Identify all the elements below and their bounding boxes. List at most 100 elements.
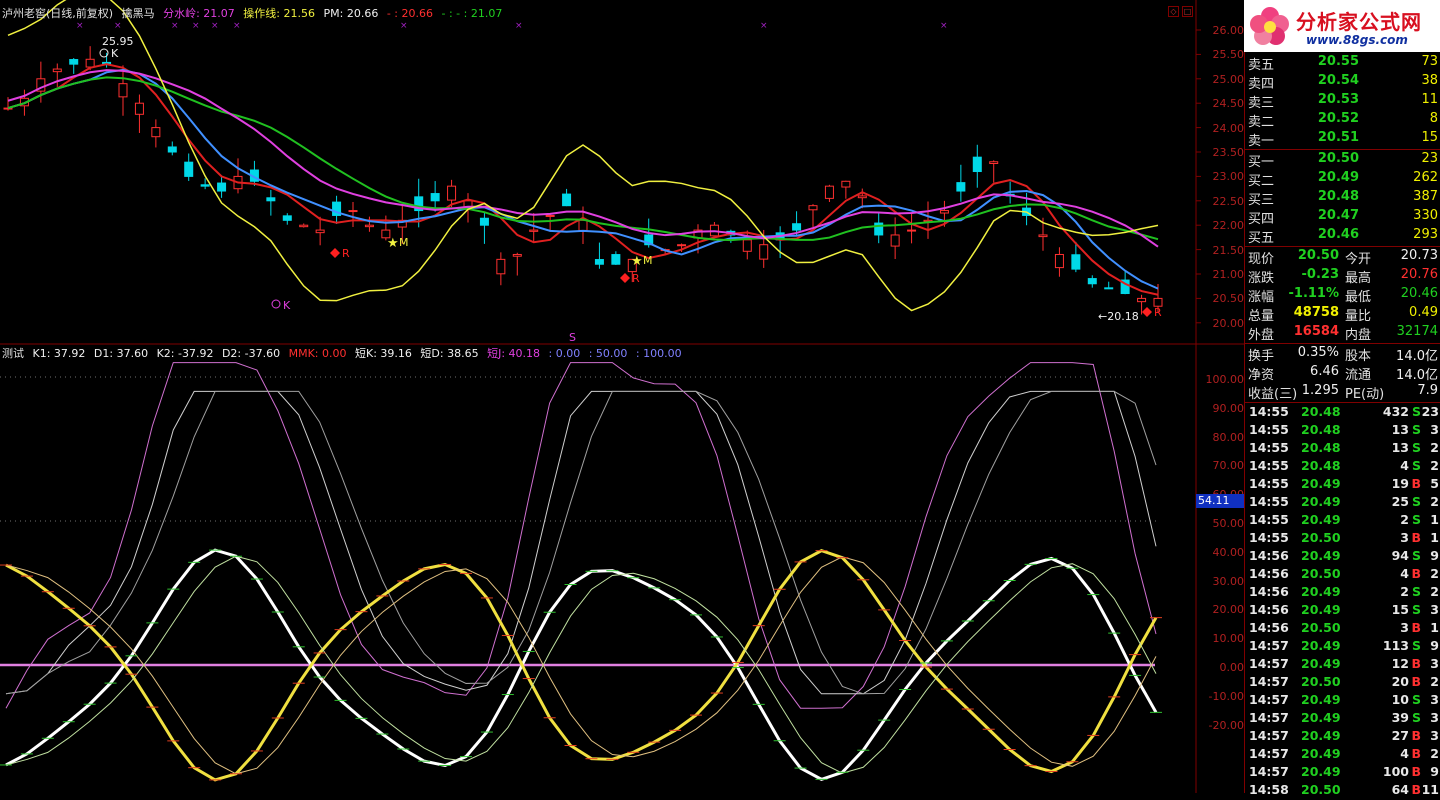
indicator-tick-label: 30.00: [1212, 574, 1245, 588]
quote-label: 总量: [1248, 309, 1275, 324]
price-tick-label: 21.50: [1212, 243, 1245, 257]
ma-blue-line: [7, 68, 1159, 290]
ask-label: 卖一: [1248, 134, 1275, 149]
tick-direction: B: [1411, 620, 1421, 635]
price-chart[interactable]: 25.95←20.18KKRRR★ M★ MS× × × × × × × × × ×: [0, 0, 1244, 345]
bid-label: 买三: [1248, 193, 1275, 208]
tick-row: 14:56 20.49 94 S 9: [1245, 548, 1440, 566]
candle-body: [956, 182, 966, 192]
logo-url[interactable]: www.88gs.com: [1306, 33, 1408, 47]
short-d-line: [5, 390, 1157, 695]
bid-row: 买四 20.47 330: [1245, 208, 1440, 227]
chart-area[interactable]: 25.95 ←20.18 K K R R R ★ M ★ M S × × × × × × × × × × 泸州老窖(日线,…: [0, 0, 1244, 793]
ask-volume: 73: [1421, 54, 1438, 69]
ask-row: 卖一 20.51 15: [1245, 130, 1440, 149]
fundamental-label: PE(动): [1345, 387, 1385, 402]
tick-count: 3: [1430, 728, 1439, 743]
candle-body: [611, 254, 621, 265]
tick-direction: B: [1411, 656, 1421, 671]
maximize-icon[interactable]: □: [1182, 6, 1193, 17]
tick-time: 14:55: [1249, 422, 1289, 437]
tick-count: 9: [1430, 638, 1439, 653]
price-tick-label: 20.50: [1212, 292, 1245, 306]
ask-label: 卖五: [1248, 58, 1275, 73]
tick-row: 14:57 20.49 113 S 9: [1245, 638, 1440, 656]
fundamental-row: 收益(三) 1.295 PE(动) 7.9: [1245, 383, 1440, 402]
tick-price: 20.49: [1301, 548, 1341, 563]
x-marker-icon: ×: [233, 21, 241, 31]
tick-count: 2: [1430, 746, 1439, 761]
ask-price: 20.54: [1317, 73, 1359, 88]
tick-price: 20.49: [1301, 710, 1341, 725]
tick-count: 9: [1430, 548, 1439, 563]
star-icon: ★: [387, 236, 399, 251]
ask-volume: 8: [1429, 111, 1438, 126]
tick-count: 2: [1430, 494, 1439, 509]
price-tick-label: 25.50: [1212, 48, 1245, 62]
candle-body: [512, 253, 522, 257]
tick-price: 20.48: [1301, 458, 1341, 473]
quote-value: -1.11%: [1288, 286, 1340, 301]
ask-row: 卖五 20.55 73: [1245, 54, 1440, 73]
tick-row: 14:55 20.49 19 B 5: [1245, 476, 1440, 494]
candle-body: [759, 244, 769, 260]
quote-label: 量比: [1345, 309, 1372, 324]
tick-count: 9: [1430, 764, 1439, 779]
tick-time: 14:55: [1249, 440, 1289, 455]
tick-row: 14:57 20.50 20 B 2: [1245, 674, 1440, 692]
bid-price: 20.47: [1317, 208, 1359, 223]
bid-row: 买二 20.49 262: [1245, 170, 1440, 189]
k-mark-bottom: K: [283, 299, 291, 312]
tick-direction: B: [1411, 746, 1421, 761]
tick-row: 14:56 20.49 15 S 3: [1245, 602, 1440, 620]
candle-body: [792, 223, 802, 231]
quote-label: 最低: [1345, 290, 1372, 305]
tick-price: 20.49: [1301, 656, 1341, 671]
candle-body: [578, 219, 588, 231]
tick-count: 1: [1430, 512, 1439, 527]
quote-label: 涨幅: [1248, 290, 1275, 305]
candle-body: [939, 210, 949, 214]
operation-line: [7, 0, 1159, 312]
tick-row: 14:57 20.49 100 B 9: [1245, 764, 1440, 782]
ask-price: 20.51: [1317, 130, 1359, 145]
legend-item-operation-line: 操作线: 21.56: [243, 7, 315, 20]
x-marker-icon: ×: [760, 21, 768, 31]
fundamental-value: 6.46: [1310, 364, 1339, 379]
tick-volume: 25: [1391, 494, 1409, 509]
tick-row: 14:56 20.50 3 B 1: [1245, 620, 1440, 638]
indicator-chart[interactable]: [0, 345, 1244, 793]
restore-icon[interactable]: ◇: [1168, 6, 1179, 17]
ind-level-50: : 50.00: [588, 347, 628, 360]
candle-body: [430, 193, 440, 202]
logo: 分析家公式网 www.88gs.com: [1244, 0, 1440, 52]
candle-body: [677, 244, 687, 247]
indicator-tick-label: 40.00: [1212, 545, 1245, 559]
candle-body: [52, 68, 62, 73]
tick-volume: 19: [1391, 476, 1409, 491]
tick-time: 14:57: [1249, 728, 1289, 743]
x-marker-icon: ×: [211, 21, 219, 31]
tick-direction: B: [1411, 476, 1421, 491]
indicator-tick-label: 70.00: [1212, 459, 1245, 473]
tick-count: 2: [1430, 584, 1439, 599]
tick-count: 5: [1430, 476, 1439, 491]
legend-item-watershed: 分水岭: 21.07: [163, 7, 235, 20]
indicator-tick-label: 10.00: [1212, 632, 1245, 646]
candle-body: [890, 234, 900, 247]
legend-item-pm: PM: 20.66: [323, 7, 379, 20]
panel-separator: [1245, 149, 1440, 150]
tick-price: 20.49: [1301, 728, 1341, 743]
candle-body: [1104, 287, 1114, 290]
r-mark-label: R: [1154, 306, 1162, 319]
m-mark-label: M: [643, 254, 653, 267]
ask-row: 卖二 20.52 8: [1245, 111, 1440, 130]
candle-body: [594, 259, 604, 265]
tick-price: 20.48: [1301, 404, 1341, 419]
tick-count: 1: [1430, 530, 1439, 545]
candle-body: [808, 205, 818, 211]
candle-body: [299, 224, 309, 228]
tick-time: 14:58: [1249, 782, 1289, 797]
k-mark-top: K: [111, 47, 119, 60]
tick-volume: 20: [1391, 674, 1409, 689]
